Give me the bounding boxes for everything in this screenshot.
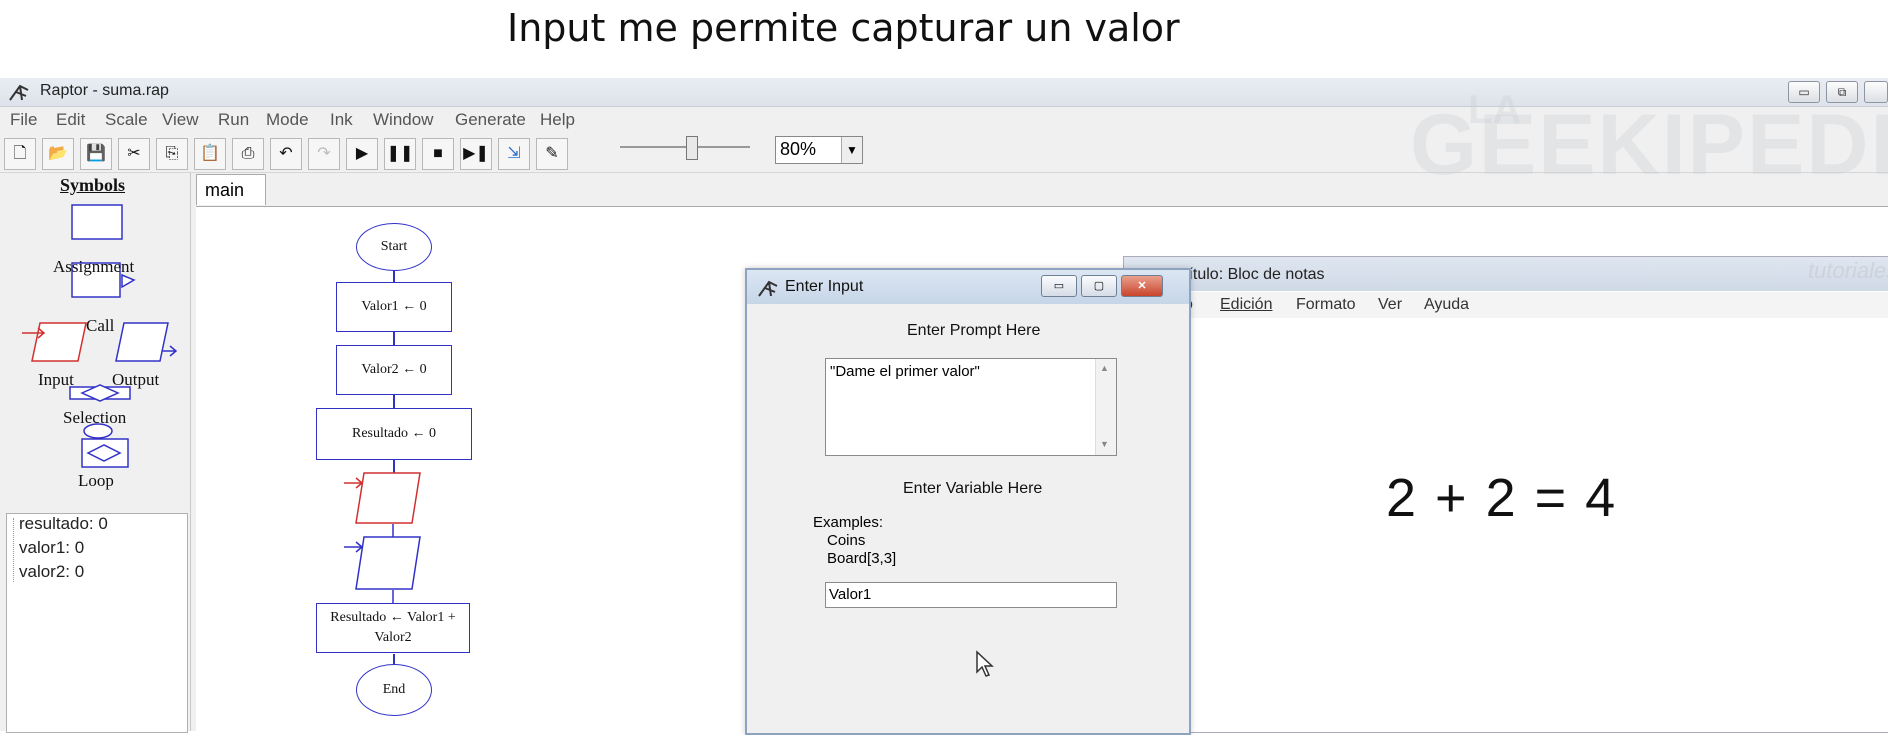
- input-node-2: [355, 536, 421, 590]
- menu-generate[interactable]: Generate: [455, 110, 526, 130]
- symbol-shapes: [22, 204, 178, 468]
- variable-resultado: resultado: 0: [19, 514, 108, 533]
- tab-main[interactable]: main: [196, 174, 266, 205]
- variable-label: Enter Variable Here: [903, 480, 1043, 497]
- stop-icon[interactable]: ■: [422, 138, 454, 170]
- output-label: Output: [112, 370, 160, 389]
- end-node[interactable]: End: [356, 664, 432, 716]
- tab-main-label: main: [205, 180, 245, 200]
- notepad-menu-bar: o Edición Formato Ver Ayuda: [1124, 292, 1888, 318]
- menu-help[interactable]: Help: [540, 110, 575, 130]
- redo-icon[interactable]: ↷: [308, 138, 340, 170]
- example-coins: Coins: [827, 532, 866, 549]
- pause-icon[interactable]: ❚❚: [384, 138, 416, 170]
- notepad-menu-ayuda[interactable]: Ayuda: [1424, 296, 1469, 314]
- speed-slider-thumb[interactable]: [686, 136, 698, 160]
- examples-label: Examples:: [813, 514, 884, 531]
- new-file-icon[interactable]: 🗋: [4, 138, 36, 170]
- save-icon[interactable]: 💾: [80, 138, 112, 170]
- mouse-cursor-icon: [976, 650, 994, 677]
- variable-input-value: Valor1: [829, 586, 872, 603]
- assignment-symbol-icon: [71, 204, 123, 240]
- example-board: Board[3,3]: [827, 550, 897, 567]
- loop-label: Loop: [78, 471, 114, 490]
- assignment-label: Assignment: [53, 257, 135, 276]
- raptor-app-icon: [9, 84, 29, 101]
- dialog-maximize-button[interactable]: ▢: [1081, 275, 1117, 297]
- menu-scale[interactable]: Scale: [105, 110, 148, 130]
- cut-icon[interactable]: ✂: [118, 138, 150, 170]
- prompt-label: Enter Prompt Here: [907, 322, 1041, 339]
- assignment-valor2[interactable]: Valor2 ← 0: [336, 345, 452, 395]
- input-label: Input: [38, 370, 74, 389]
- assignment-resultado[interactable]: Resultado ← 0: [316, 408, 472, 460]
- selection-label: Selection: [63, 408, 127, 427]
- io-symbols: [344, 472, 421, 603]
- open-folder-icon[interactable]: 📂: [42, 138, 74, 170]
- watermark-tutoriales: tutoriales: [1808, 258, 1888, 283]
- raptor-app-icon: [758, 280, 778, 297]
- menu-window[interactable]: Window: [373, 110, 433, 130]
- notepad-menu-ver[interactable]: Ver: [1378, 296, 1402, 314]
- notepad-menu-edicion[interactable]: Edición: [1220, 296, 1272, 314]
- variable-valor1: valor1: 0: [19, 538, 85, 557]
- prompt-value: "Dame el primer valor": [830, 363, 980, 380]
- zoom-select[interactable]: 80% ▼: [775, 136, 863, 164]
- assignment-valor1[interactable]: Valor1 ← 0: [336, 282, 452, 332]
- scroll-up-icon[interactable]: ▲: [1100, 363, 1109, 373]
- print-icon[interactable]: ⎙: [232, 138, 264, 170]
- pen-icon[interactable]: ✎: [536, 138, 568, 170]
- dialog-minimize-button[interactable]: ▭: [1041, 275, 1077, 297]
- variable-valor2: valor2: 0: [19, 562, 85, 581]
- notepad-title: título: Bloc de notas: [1184, 266, 1325, 283]
- chevron-down-icon[interactable]: ▼: [841, 137, 862, 163]
- paste-icon[interactable]: 📋: [194, 138, 226, 170]
- notepad-menu-formato[interactable]: Formato: [1296, 296, 1356, 314]
- prompt-textarea[interactable]: "Dame el primer valor" ▲ ▼: [825, 358, 1117, 456]
- enter-input-dialog: Enter Input ▭ ▢ ✕ Enter Prompt Here "Dam…: [745, 268, 1191, 735]
- dialog-title: Enter Input: [785, 278, 864, 295]
- menu-mode[interactable]: Mode: [266, 110, 309, 130]
- menu-run[interactable]: Run: [218, 110, 249, 130]
- notepad-window: título: Bloc de notas o Edición Formato …: [1123, 256, 1888, 733]
- undo-icon[interactable]: ↶: [270, 138, 302, 170]
- run-icon[interactable]: ▶: [346, 138, 378, 170]
- step-icon[interactable]: ▶❚: [460, 138, 492, 170]
- menu-view[interactable]: View: [162, 110, 199, 130]
- window-title: Raptor - suma.rap: [40, 82, 169, 99]
- step-into-icon[interactable]: ⇲: [498, 138, 530, 170]
- menu-edit[interactable]: Edit: [56, 110, 85, 130]
- output-symbol-icon: [115, 322, 169, 362]
- speed-slider-track[interactable]: [620, 146, 750, 148]
- watermark-logo: GEEKIPEDIA: [1410, 97, 1888, 193]
- caption-text: Input me permite capturar un valor: [507, 6, 1180, 50]
- notepad-title-bar: título: Bloc de notas: [1124, 257, 1888, 291]
- copy-icon[interactable]: ⎘: [156, 138, 188, 170]
- notepad-text[interactable]: 2 + 2 = 4: [1386, 467, 1617, 529]
- dialog-close-button[interactable]: ✕: [1121, 275, 1163, 297]
- variable-input[interactable]: Valor1: [825, 582, 1117, 608]
- zoom-value: 80%: [780, 139, 817, 159]
- dialog-title-bar: Enter Input ▭ ▢ ✕: [747, 270, 1189, 304]
- symbols-palette: Symbols Assignment Call Input Output Sel…: [0, 173, 191, 733]
- start-node[interactable]: Start: [356, 223, 432, 271]
- input-node-1: [355, 472, 421, 524]
- prompt-scrollbar[interactable]: ▲ ▼: [1095, 359, 1116, 455]
- video-caption: Input me permite capturar un valor: [0, 0, 1888, 78]
- assignment-suma[interactable]: Resultado ← Valor1 + Valor2: [316, 603, 470, 653]
- input-symbol-icon: [31, 322, 87, 362]
- menu-file[interactable]: File: [10, 110, 37, 130]
- scroll-down-icon[interactable]: ▼: [1100, 439, 1109, 449]
- menu-ink[interactable]: Ink: [330, 110, 353, 130]
- call-label: Call: [86, 316, 115, 335]
- variables-panel: resultado: 0 valor1: 0 valor2: 0: [6, 513, 188, 733]
